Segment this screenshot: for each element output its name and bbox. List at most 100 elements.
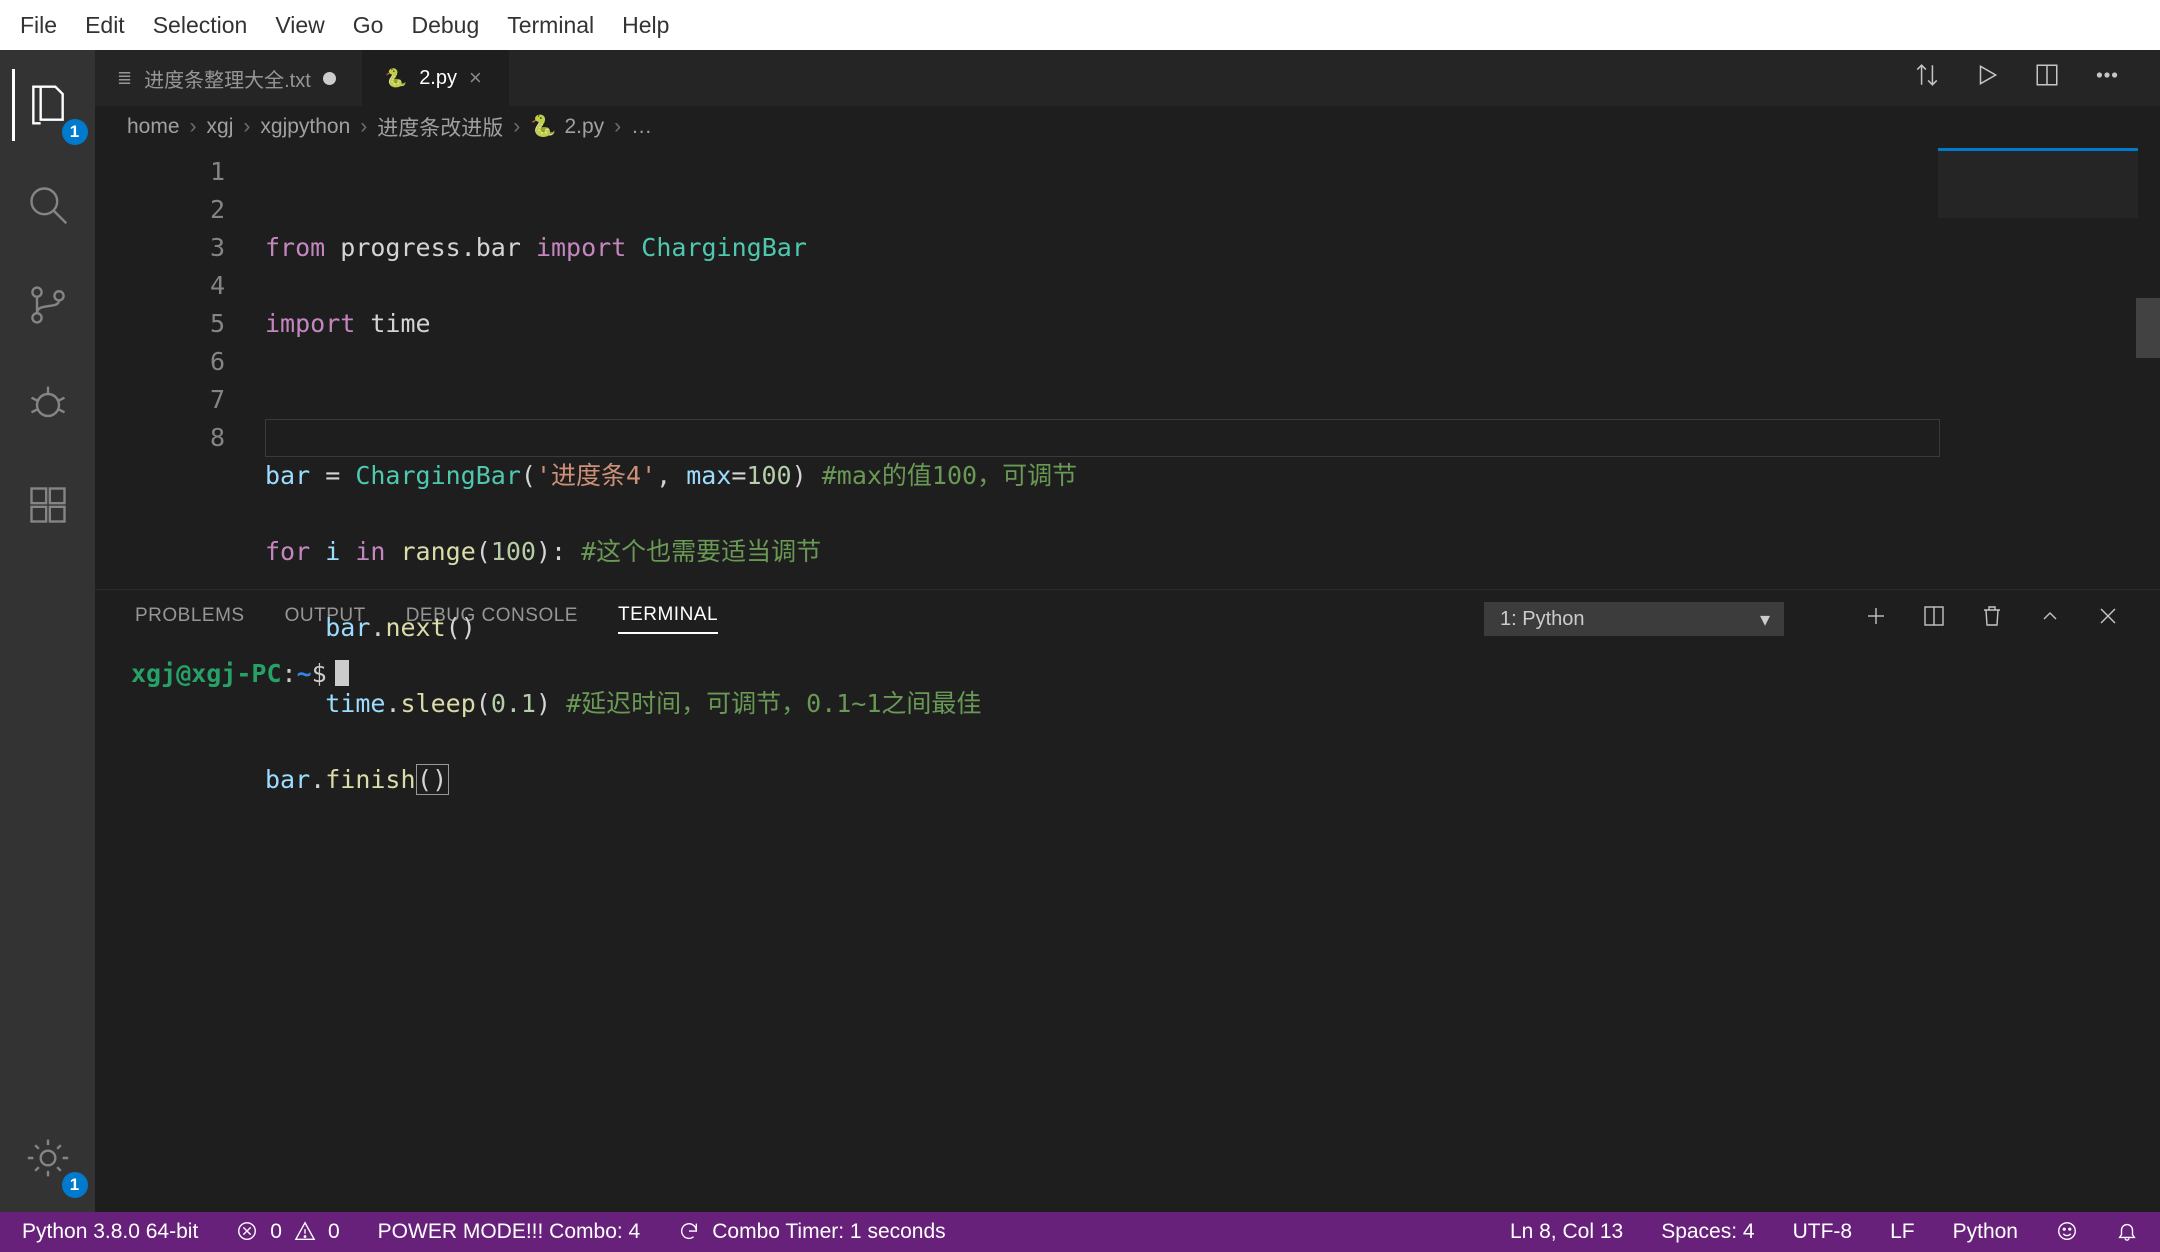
files-icon (26, 83, 70, 127)
kill-terminal-button[interactable] (1980, 604, 2004, 634)
error-icon (236, 1220, 258, 1244)
terminal-prompt-user: xgj@xgj-PC (131, 659, 282, 688)
ellipsis-icon (2094, 62, 2120, 88)
close-panel-button[interactable] (2096, 604, 2120, 634)
editor-actions (1914, 50, 2160, 106)
status-combo-timer[interactable]: Combo Timer: 1 seconds (678, 1220, 945, 1244)
activity-bar: 1 1 (0, 50, 95, 1212)
close-icon (2096, 604, 2120, 628)
status-notifications[interactable] (2116, 1220, 2138, 1244)
activity-search[interactable] (12, 169, 84, 241)
tab-label: 进度条整理大全.txt (144, 64, 311, 93)
maximize-panel-button[interactable] (2038, 604, 2062, 634)
gear-icon (26, 1136, 70, 1180)
play-icon (1974, 62, 2000, 88)
breadcrumb: home› xgj› xgjpython› 进度条改进版› 🐍2.py› … (95, 106, 2160, 148)
editor-scrollbar[interactable] (2138, 148, 2160, 589)
code-line (265, 381, 1940, 419)
status-feedback[interactable] (2056, 1220, 2078, 1244)
status-indentation[interactable]: Spaces: 4 (1661, 1220, 1754, 1244)
breadcrumb-item[interactable]: home (127, 115, 180, 139)
code-line: bar = ChargingBar('进度条4', max=100) #max的… (265, 457, 1940, 495)
activity-explorer[interactable]: 1 (12, 69, 84, 141)
scrollbar-thumb[interactable] (2136, 298, 2160, 358)
menu-terminal[interactable]: Terminal (493, 12, 608, 39)
menu-go[interactable]: Go (339, 12, 398, 39)
status-encoding[interactable]: UTF-8 (1793, 1220, 1853, 1244)
bell-icon (2116, 1220, 2138, 1244)
terminal-selector[interactable]: 1: Python (1484, 602, 1784, 636)
code-line: time.sleep(0.1) #延迟时间，可调节，0.1~1之间最佳 (265, 685, 1940, 723)
status-language-mode[interactable]: Python (1953, 1220, 2018, 1244)
line-number: 6 (95, 343, 225, 381)
main: 1 1 ≣ 进度条整理大全.txt 🐍 2 (0, 50, 2160, 1212)
activity-extensions[interactable] (12, 469, 84, 541)
trash-icon (1980, 604, 2004, 628)
python-file-icon: 🐍 (385, 68, 407, 89)
settings-badge: 1 (62, 1172, 88, 1198)
python-file-icon: 🐍 (530, 115, 556, 139)
menu-file[interactable]: File (6, 12, 71, 39)
status-error-count: 0 (270, 1220, 282, 1244)
chevron-right-icon: › (513, 115, 520, 139)
editor-area: ≣ 进度条整理大全.txt 🐍 2.py × home › xgj › xgjpyt… (95, 50, 2160, 1212)
menu-bar: File Edit Selection View Go Debug Termin… (0, 0, 2160, 50)
status-combo-label: Combo Timer: 1 seconds (712, 1220, 945, 1244)
chevron-right-icon: › (360, 115, 367, 139)
chevron-right-icon: › (243, 115, 250, 139)
dirty-indicator-icon (323, 72, 336, 85)
line-number: 1 (95, 153, 225, 191)
tab-file-1[interactable]: ≣ 进度条整理大全.txt (95, 50, 363, 106)
tab-label: 2.py (419, 67, 457, 90)
status-bar: Python 3.8.0 64-bit 0 0 POWER MODE!!! Co… (0, 1212, 2160, 1252)
terminal-selector-label: 1: Python (1500, 608, 1585, 631)
breadcrumb-item[interactable]: xgj (207, 115, 234, 139)
status-power-mode[interactable]: POWER MODE!!! Combo: 4 (378, 1220, 641, 1244)
code-content[interactable]: from progress.bar import ChargingBar imp… (265, 148, 2160, 589)
status-problems[interactable]: 0 0 (236, 1220, 339, 1244)
chevron-right-icon: › (614, 115, 621, 139)
editor-tabs: ≣ 进度条整理大全.txt 🐍 2.py × (95, 50, 2160, 106)
status-eol[interactable]: LF (1890, 1220, 1915, 1244)
bug-icon (26, 383, 70, 427)
code-line: from progress.bar import ChargingBar (265, 229, 1940, 267)
split-icon (2034, 62, 2060, 88)
run-button[interactable] (1974, 62, 2000, 94)
menu-debug[interactable]: Debug (397, 12, 493, 39)
status-python-env[interactable]: Python 3.8.0 64-bit (22, 1220, 198, 1244)
breadcrumb-item[interactable]: 🐍 2.py (530, 115, 604, 139)
text-file-icon: ≣ (117, 68, 132, 89)
status-warning-count: 0 (328, 1220, 340, 1244)
more-actions-button[interactable] (2094, 62, 2120, 94)
breadcrumb-label: 2.py (564, 115, 604, 139)
close-tab-icon[interactable]: × (469, 65, 482, 91)
line-number: 7 (95, 381, 225, 419)
menu-help[interactable]: Help (608, 12, 683, 39)
line-number: 8 (95, 419, 225, 457)
split-editor-button[interactable] (2034, 62, 2060, 94)
breadcrumb-item[interactable]: xgjpython (260, 115, 350, 139)
smiley-icon (2056, 1220, 2078, 1244)
menu-selection[interactable]: Selection (139, 12, 262, 39)
line-number: 5 (95, 305, 225, 343)
line-number-gutter: 1 2 3 4 5 6 7 8 (95, 148, 265, 589)
breadcrumb-item[interactable]: 进度条改进版 (377, 112, 503, 142)
editor-body[interactable]: 1 2 3 4 5 6 7 8 from progress.bar import… (95, 148, 2160, 589)
activity-run-debug[interactable] (12, 369, 84, 441)
line-number: 4 (95, 267, 225, 305)
activity-settings[interactable]: 1 (12, 1122, 84, 1194)
search-icon (26, 183, 70, 227)
code-line: import time (265, 305, 1940, 343)
breadcrumb-item[interactable]: … (631, 115, 652, 139)
line-number: 2 (95, 191, 225, 229)
minimap[interactable] (1938, 148, 2138, 218)
panel-tab-problems[interactable]: PROBLEMS (135, 605, 245, 633)
menu-edit[interactable]: Edit (71, 12, 139, 39)
chevron-up-icon (2038, 604, 2062, 628)
status-cursor-position[interactable]: Ln 8, Col 13 (1510, 1220, 1623, 1244)
warning-icon (294, 1220, 316, 1244)
menu-view[interactable]: View (261, 12, 338, 39)
tab-file-2[interactable]: 🐍 2.py × (363, 50, 509, 106)
activity-source-control[interactable] (12, 269, 84, 341)
compare-changes-button[interactable] (1914, 62, 1940, 94)
